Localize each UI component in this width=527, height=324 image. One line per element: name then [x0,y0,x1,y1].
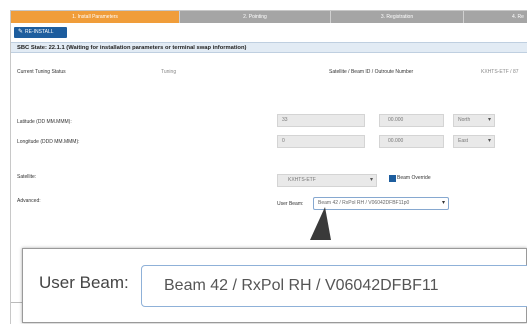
zoom-callout: User Beam: Beam 42 / RxPol RH / V06042DF… [22,248,527,323]
zoom-user-beam-field[interactable]: Beam 42 / RxPol RH / V06042DFBF11 [141,265,527,307]
zoom-user-beam-label: User Beam: [39,273,129,292]
